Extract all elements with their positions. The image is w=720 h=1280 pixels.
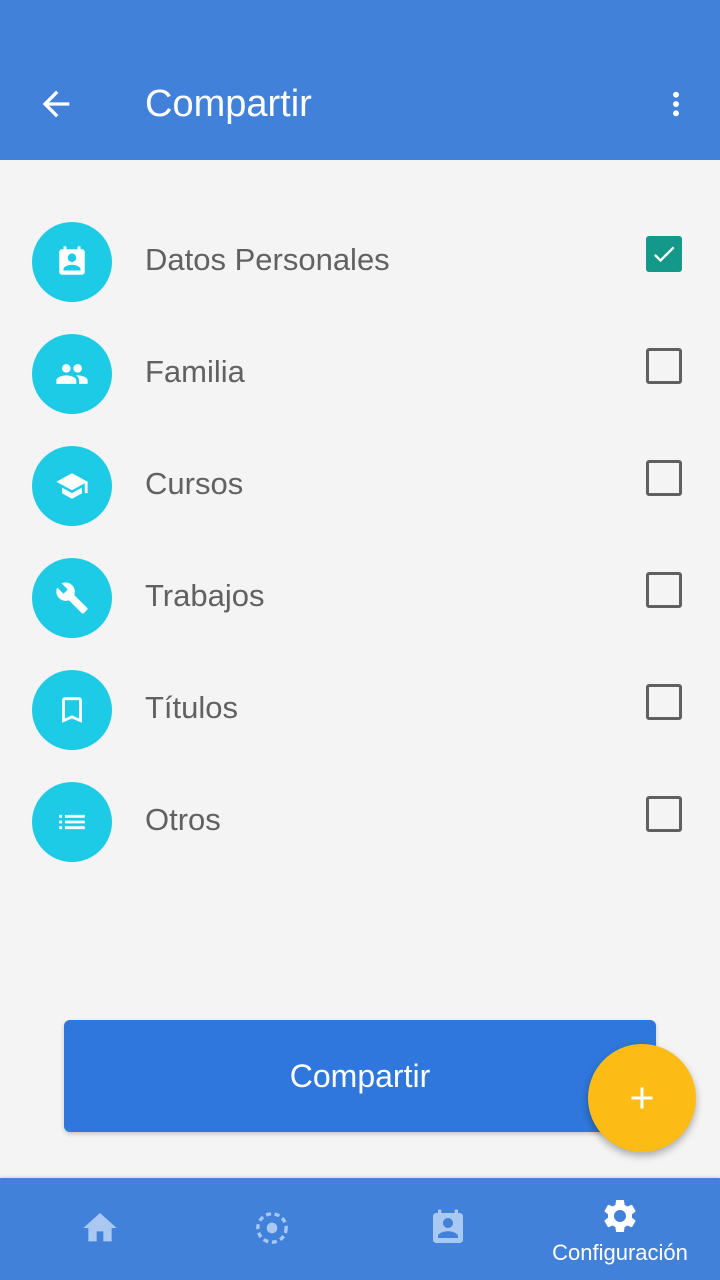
checkbox[interactable] [646,572,682,608]
list-item-label: Cursos [145,466,244,501]
plus-icon [631,1087,653,1109]
school-icon [32,446,112,526]
more-vert-icon[interactable] [660,84,692,124]
nav-item-target[interactable] [182,1178,362,1280]
checkbox[interactable] [646,236,682,272]
arrow-back-icon[interactable] [36,84,76,124]
page-title: Compartir [145,83,312,125]
list-item-trabajos[interactable]: Trabajos [0,536,720,648]
people-icon [32,334,112,414]
list-item-label: Familia [145,354,245,389]
wrench-icon [32,558,112,638]
contact-card-icon [433,1209,463,1243]
list-item-datos-personales[interactable]: Datos Personales [0,200,720,312]
list-item-label: Trabajos [145,578,265,613]
contact-card-icon [32,222,112,302]
checkbox[interactable] [646,796,682,832]
list-item-otros[interactable]: Otros [0,760,720,872]
check-icon [653,246,675,263]
list-item-label: Datos Personales [145,242,390,277]
checkbox[interactable] [646,684,682,720]
gear-icon [604,1200,636,1232]
nav-item-home[interactable] [10,1178,190,1280]
home-icon [83,1213,117,1242]
list-item-familia[interactable]: Familia [0,312,720,424]
bookmark-icon [32,670,112,750]
target-icon [256,1212,288,1244]
bottom-navigation: Configuración [0,1178,720,1280]
list-item-label: Otros [145,802,221,837]
list-item-titulos[interactable]: Títulos [0,648,720,760]
nav-label: Configuración [552,1240,688,1265]
checkbox[interactable] [646,460,682,496]
nav-item-contacts[interactable] [358,1178,538,1280]
checkbox[interactable] [646,348,682,384]
app-bar: Compartir [0,0,720,160]
share-button[interactable]: Compartir [64,1020,656,1132]
list-item-label: Títulos [145,690,239,725]
add-fab-button[interactable] [588,1044,696,1152]
nav-item-configuracion[interactable]: Configuración [530,1178,710,1280]
list-icon [32,782,112,862]
list-item-cursos[interactable]: Cursos [0,424,720,536]
